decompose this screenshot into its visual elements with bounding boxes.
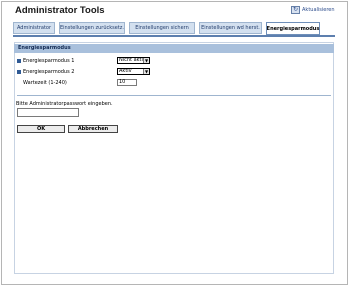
password-input[interactable]	[17, 108, 79, 117]
mode2-value: Aktiv	[119, 68, 132, 74]
chevron-down-icon: ▼	[143, 69, 149, 74]
update-label: Aktualisieren	[302, 7, 335, 13]
refresh-icon: ↻	[291, 6, 300, 14]
tab-settings-restore[interactable]: Einstellungen wd herst.	[199, 22, 262, 34]
tab-settings-reset[interactable]: Einstellungen zurücksetz.	[59, 22, 125, 34]
update-link[interactable]: ↻ Aktualisieren	[291, 6, 335, 14]
mode1-value: Nicht aktiv	[119, 57, 146, 63]
tab-bar: Administrator Einstellungen zurücksetz. …	[13, 22, 335, 36]
tab-energy-saver[interactable]: Energiesparmodus	[266, 22, 320, 35]
wait-row: Wartezeit (1-240)	[23, 80, 118, 86]
tab-underline	[13, 35, 335, 37]
section-header: Energiesparmodus	[14, 44, 334, 53]
tab-settings-backup[interactable]: Einstellungen sichern	[129, 22, 195, 34]
page-title: Administrator Tools	[15, 5, 105, 16]
wait-input[interactable]: 10	[117, 79, 137, 86]
tab-administrator[interactable]: Administrator	[13, 22, 55, 34]
wait-label: Wartezeit (1-240)	[23, 80, 67, 86]
cancel-button[interactable]: Abbrechen	[68, 125, 118, 133]
bullet-icon	[17, 70, 21, 74]
mode2-select[interactable]: Aktiv ▼	[117, 68, 150, 75]
mode1-label: Energiesparmodus 1	[23, 58, 75, 64]
divider	[17, 95, 331, 96]
mode2-row: Energiesparmodus 2	[17, 69, 118, 75]
chevron-down-icon: ▼	[143, 58, 149, 63]
ok-button[interactable]: OK	[17, 125, 65, 133]
mode1-row: Energiesparmodus 1	[17, 58, 118, 64]
mode1-select[interactable]: Nicht aktiv ▼	[117, 57, 150, 64]
password-label: Bitte Administratorpasswort eingeben.	[16, 101, 113, 107]
mode2-label: Energiesparmodus 2	[23, 69, 75, 75]
bullet-icon	[17, 59, 21, 63]
content-panel	[14, 42, 334, 274]
